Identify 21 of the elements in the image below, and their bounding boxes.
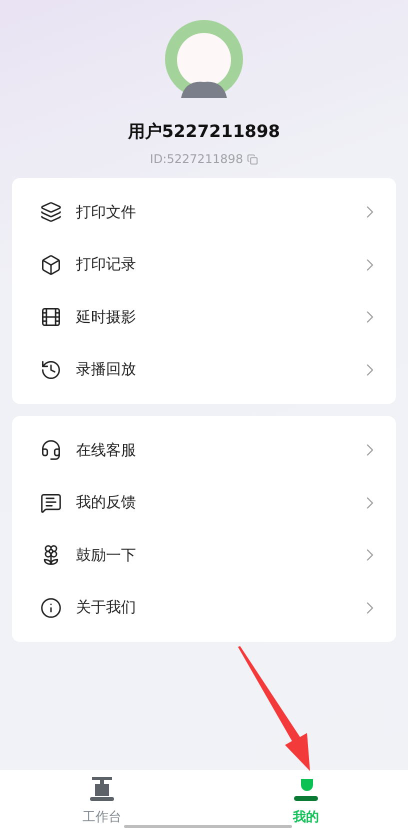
menu-item[interactable]: 延时摄影	[12, 291, 396, 344]
feedback-icon	[40, 492, 62, 514]
menu-item[interactable]: 录播回放	[12, 344, 396, 396]
menu-item[interactable]: 打印文件	[12, 186, 396, 238]
person-icon	[293, 776, 319, 802]
user-name: 用户5227211898	[128, 121, 280, 143]
copy-icon[interactable]	[247, 154, 258, 164]
printer-icon	[89, 776, 115, 802]
menu-item[interactable]: 在线客服	[12, 424, 396, 476]
menu-item[interactable]: 关于我们	[12, 582, 396, 634]
tab[interactable]: 工作台	[0, 770, 204, 833]
menu-item[interactable]: 打印记录	[12, 238, 396, 291]
user-id: ID:5227211898	[150, 152, 244, 166]
menu-item[interactable]: 鼓励一下	[12, 529, 396, 582]
headset-icon	[40, 439, 62, 462]
box-icon	[40, 254, 62, 276]
layers-icon	[40, 201, 62, 224]
film-icon	[40, 306, 62, 328]
info-icon	[40, 596, 62, 619]
replay-icon	[40, 358, 62, 381]
menu-item[interactable]: 我的反馈	[12, 476, 396, 529]
